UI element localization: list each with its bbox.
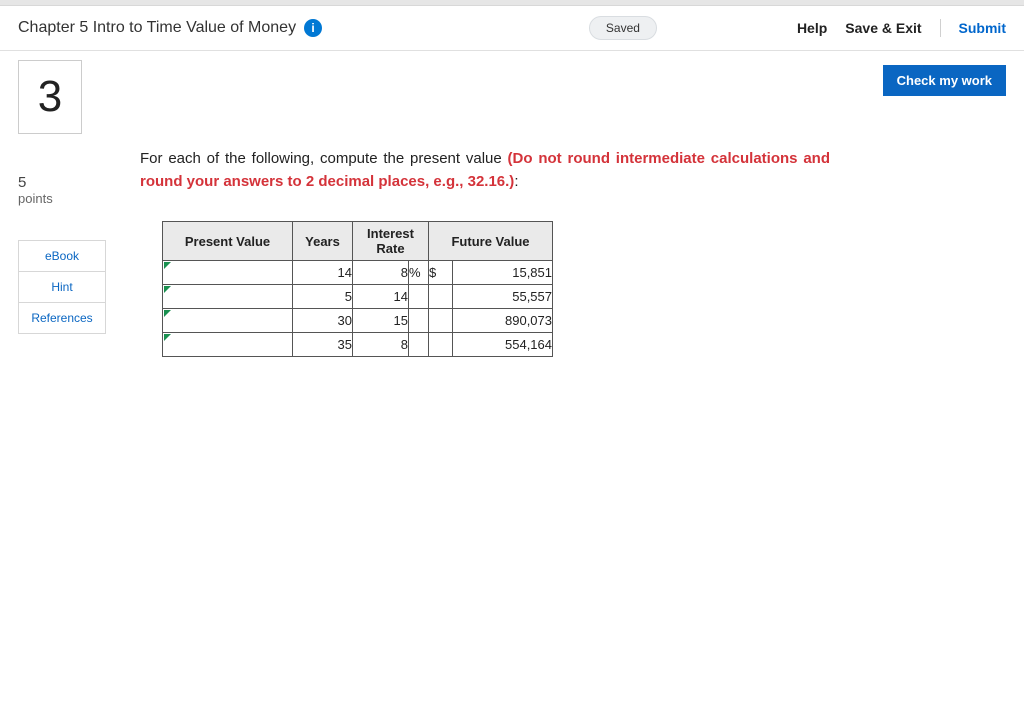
save-exit-link[interactable]: Save & Exit (845, 20, 921, 36)
answer-table: Present Value Years Interest Rate Future… (162, 221, 553, 357)
present-value-input[interactable] (163, 261, 293, 285)
action-bar: Check my work (0, 51, 1024, 96)
rate-cell: 8 (353, 333, 409, 357)
references-button[interactable]: References (18, 302, 106, 334)
rate-cell: 14 (353, 285, 409, 309)
rate-unit (409, 285, 429, 309)
rate-cell: 8 (353, 261, 409, 285)
present-value-input[interactable] (163, 309, 293, 333)
content: For each of the following, compute the p… (118, 96, 1006, 357)
hint-button[interactable]: Hint (18, 271, 106, 303)
fv-currency (429, 309, 453, 333)
table-row: 14 8 % $ 15,851 (163, 261, 553, 285)
years-cell: 35 (293, 333, 353, 357)
sidebar: 3 5 points eBook Hint References (18, 96, 118, 357)
table-row: 30 15 890,073 (163, 309, 553, 333)
fv-currency (429, 285, 453, 309)
col-present-value: Present Value (163, 222, 293, 261)
present-value-input[interactable] (163, 333, 293, 357)
points-value: 5 (18, 174, 118, 191)
points-label: points (18, 191, 118, 206)
input-marker-icon (164, 262, 171, 269)
saved-indicator: Saved (589, 16, 657, 40)
question-prompt: For each of the following, compute the p… (140, 148, 830, 193)
fv-cell: 15,851 (453, 261, 553, 285)
present-value-input[interactable] (163, 285, 293, 309)
help-link[interactable]: Help (797, 20, 827, 36)
input-marker-icon (164, 334, 171, 341)
years-cell: 5 (293, 285, 353, 309)
fv-cell: 890,073 (453, 309, 553, 333)
rate-unit (409, 309, 429, 333)
input-marker-icon (164, 286, 171, 293)
table-row: 35 8 554,164 (163, 333, 553, 357)
fv-cell: 554,164 (453, 333, 553, 357)
fv-currency (429, 333, 453, 357)
col-interest-rate: Interest Rate (353, 222, 429, 261)
rate-cell: 15 (353, 309, 409, 333)
submit-link[interactable]: Submit (959, 20, 1006, 36)
question-number: 3 (18, 60, 82, 134)
prompt-lead: For each of the following, compute the p… (140, 150, 508, 167)
page-title: Chapter 5 Intro to Time Value of Money (18, 19, 296, 37)
ebook-button[interactable]: eBook (18, 240, 106, 272)
years-cell: 14 (293, 261, 353, 285)
info-icon[interactable]: i (304, 19, 322, 37)
rate-unit (409, 333, 429, 357)
col-future-value: Future Value (429, 222, 553, 261)
header-separator (940, 19, 941, 37)
fv-currency: $ (429, 261, 453, 285)
table-row: 5 14 55,557 (163, 285, 553, 309)
header: Chapter 5 Intro to Time Value of Money i… (0, 6, 1024, 51)
fv-cell: 55,557 (453, 285, 553, 309)
check-my-work-button[interactable]: Check my work (883, 65, 1006, 96)
prompt-tail: : (514, 173, 518, 190)
rate-unit: % (409, 261, 429, 285)
years-cell: 30 (293, 309, 353, 333)
input-marker-icon (164, 310, 171, 317)
col-years: Years (293, 222, 353, 261)
